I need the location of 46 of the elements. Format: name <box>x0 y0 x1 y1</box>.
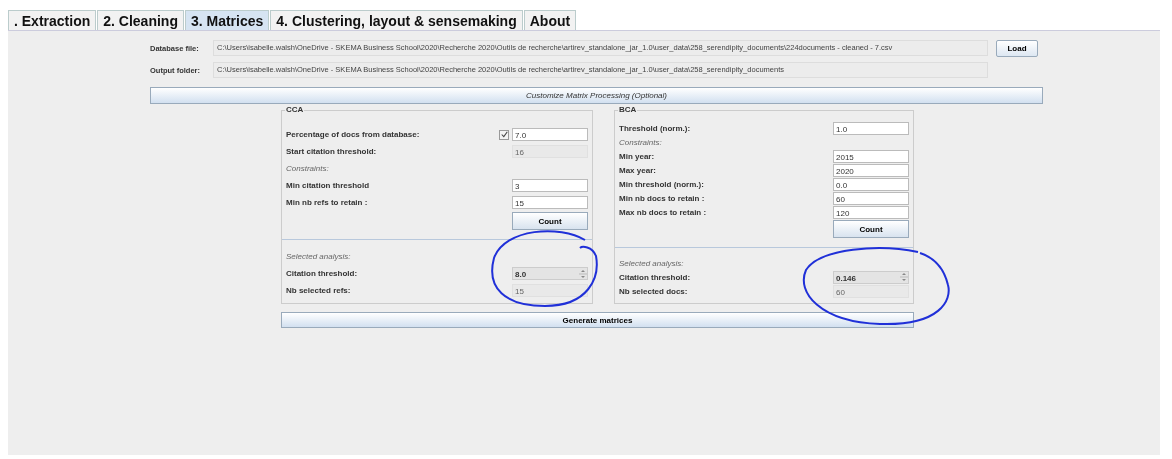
spinner-field[interactable]: 0.146 <box>833 270 909 284</box>
field-label: Citation threshold: <box>619 272 692 282</box>
input-field[interactable]: 15 <box>512 196 588 209</box>
count-button[interactable]: Count <box>833 220 909 238</box>
section-note: Selected analysis: <box>619 258 684 268</box>
field-label: Min nb refs to retain : <box>286 198 369 207</box>
section-note: Constraints: <box>619 137 662 147</box>
field-label: Min nb docs to retain : <box>619 193 706 203</box>
count-button[interactable]: Count <box>512 212 588 230</box>
readout-field: 15 <box>512 284 588 297</box>
tab[interactable]: . Extraction <box>8 10 97 30</box>
section-note: Selected analysis: <box>286 252 351 261</box>
input-field[interactable]: 1.0 <box>833 121 909 135</box>
customize-button[interactable]: Customize Matrix Processing (Optional) <box>150 87 1043 104</box>
generate-button[interactable]: Generate matrices <box>281 312 914 328</box>
field-label: Max year: <box>619 165 657 175</box>
input-field[interactable]: 3 <box>512 179 588 192</box>
field-label: Max nb docs to retain : <box>619 207 708 217</box>
field-label: Min threshold (norm.): <box>619 179 705 189</box>
spinner-arrows-icon[interactable] <box>900 270 908 284</box>
input-field[interactable]: 0.0 <box>833 177 909 191</box>
load-button[interactable]: Load <box>996 39 1038 57</box>
input-field[interactable]: 120 <box>833 205 909 219</box>
readout-field: 16 <box>512 145 588 158</box>
panel-title: CCA <box>285 105 305 114</box>
field-label: Min citation threshold <box>286 181 371 190</box>
field-label: Citation threshold: <box>286 269 359 278</box>
tab[interactable]: 2. Cleaning <box>97 10 184 30</box>
field-label: Percentage of docs from database: <box>286 130 421 139</box>
tab[interactable]: 4. Clustering, layout & sensemaking <box>270 10 523 30</box>
spinner-field[interactable]: 8.0 <box>512 267 588 280</box>
input-field[interactable]: 2015 <box>833 149 909 163</box>
field-label: Min year: <box>619 151 656 161</box>
readout-field: 60 <box>833 284 909 298</box>
field-label: Start citation threshold: <box>286 147 378 156</box>
field-label: Threshold (norm.): <box>619 123 692 133</box>
tab[interactable]: 3. Matrices <box>184 10 270 30</box>
tab[interactable]: About <box>523 10 577 30</box>
field-label: Nb selected docs: <box>619 286 689 296</box>
input-field[interactable]: 7.0 <box>512 128 588 141</box>
section-note: Constraints: <box>286 164 329 173</box>
input-field[interactable]: 60 <box>833 191 909 205</box>
field-label: Nb selected refs: <box>286 286 352 295</box>
checkbox[interactable] <box>499 129 509 140</box>
panel-title: BCA <box>618 105 638 114</box>
input-field[interactable]: 2020 <box>833 163 909 177</box>
